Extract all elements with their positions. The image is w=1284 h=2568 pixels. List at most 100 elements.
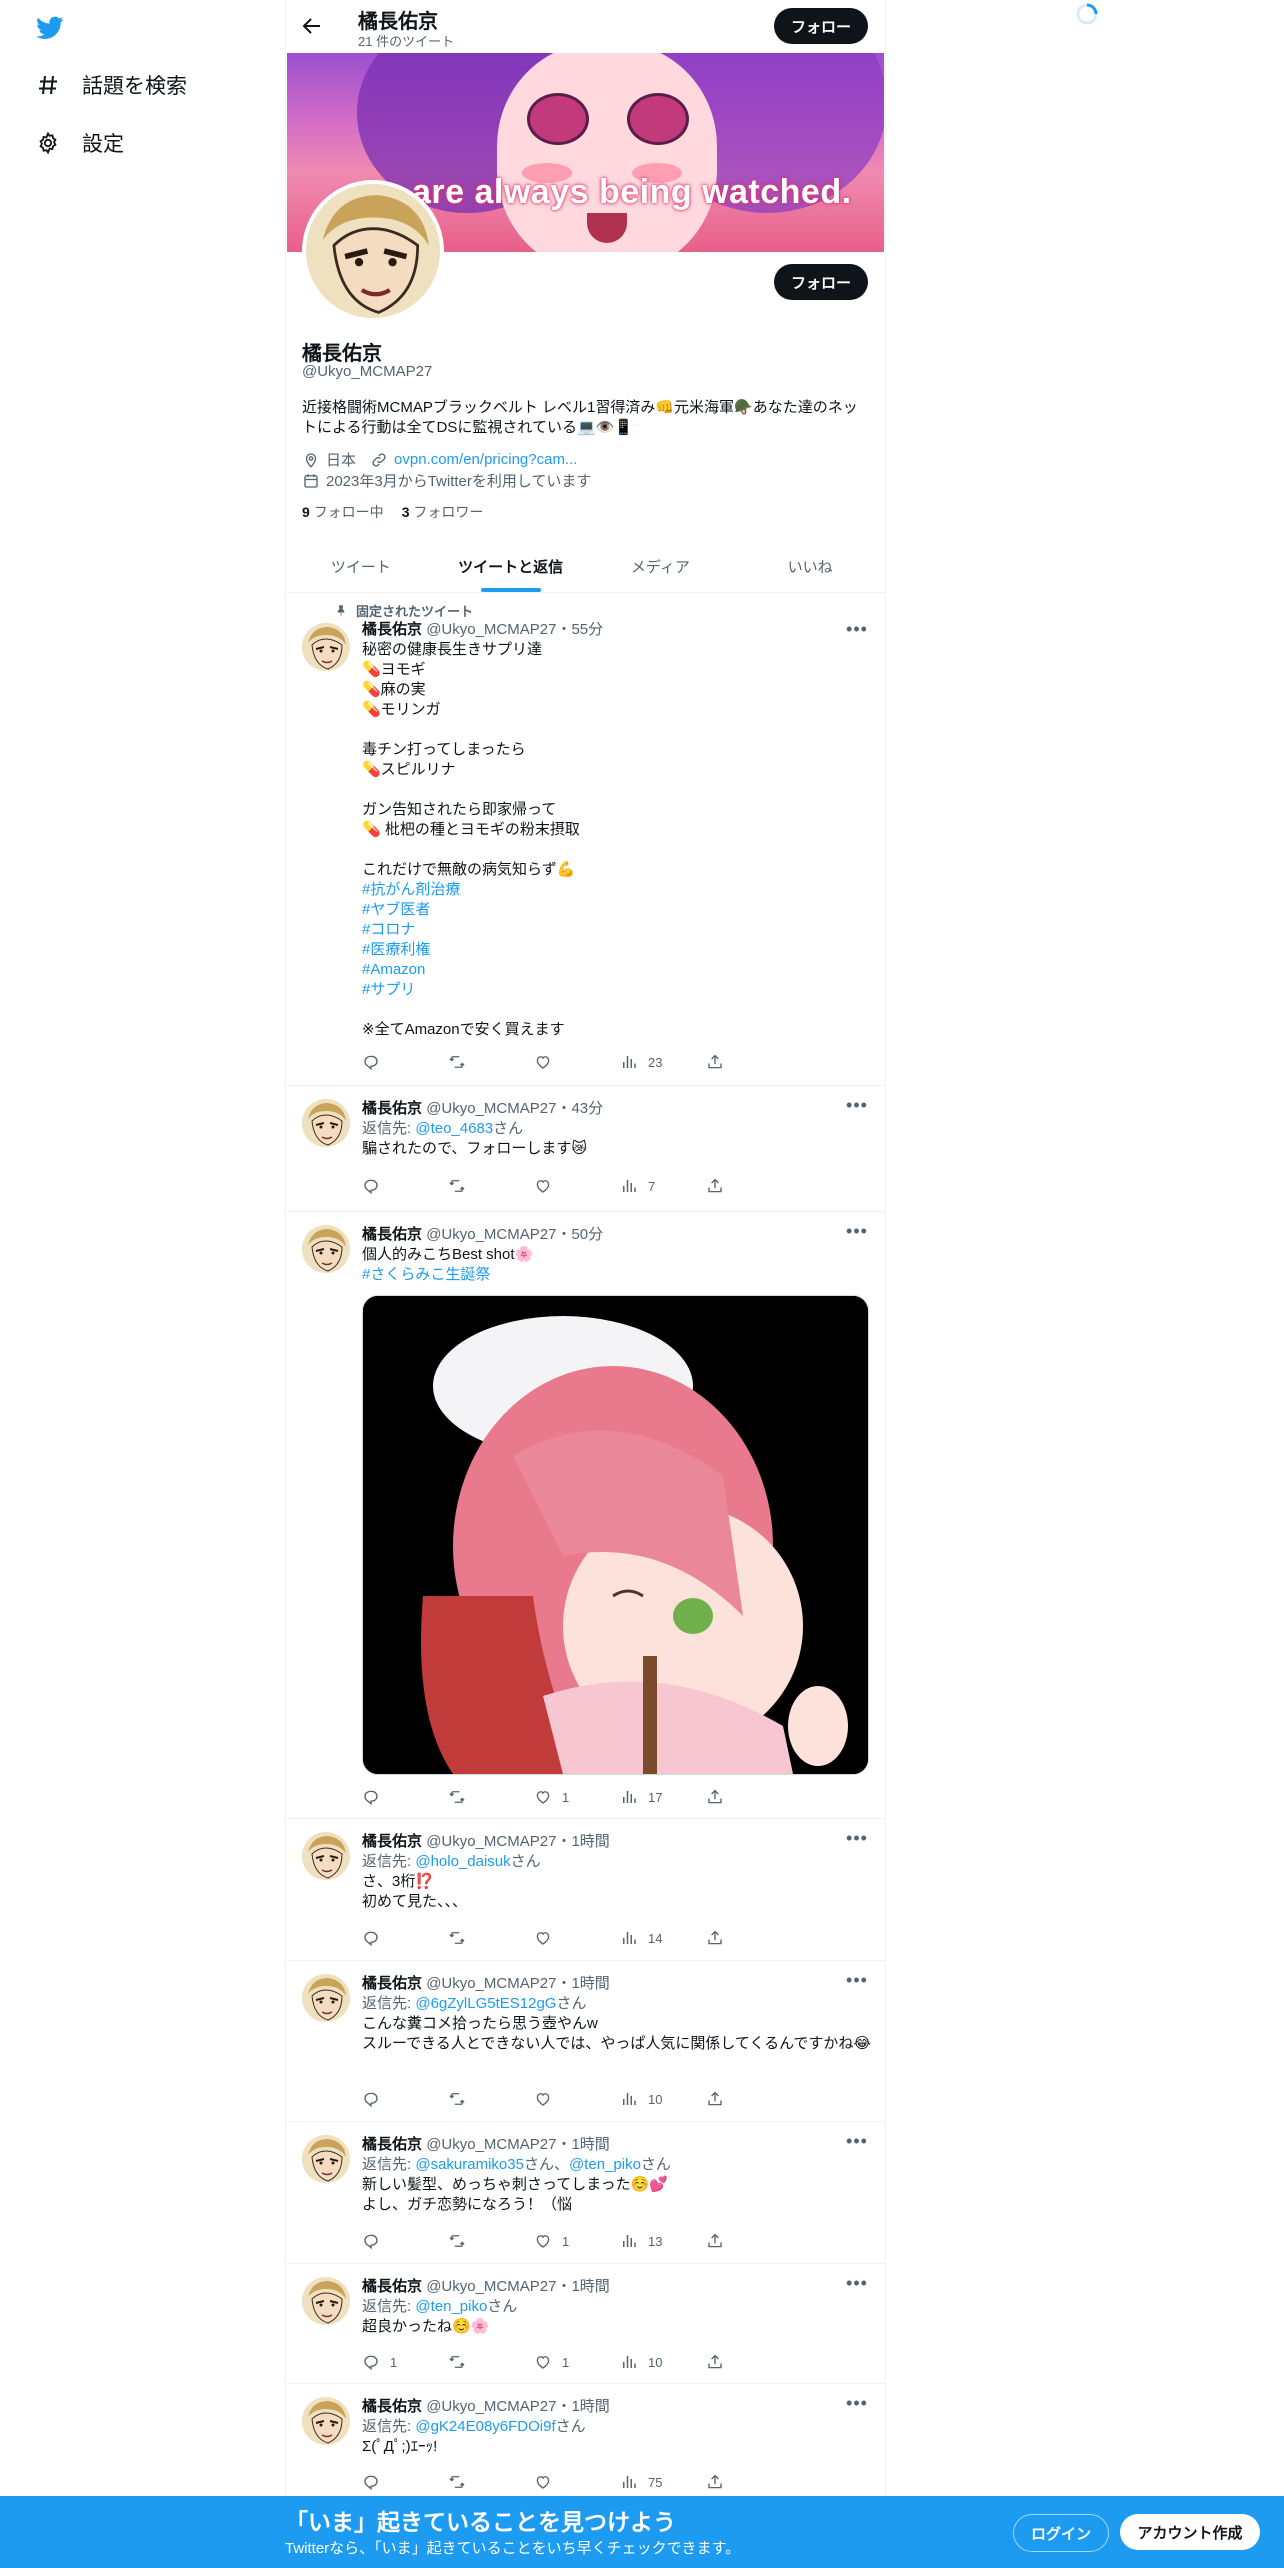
tweet[interactable]: ••• 橘長佑京 @Ukyo_MCMAP27・1時間 返信先: @gK24E08… (286, 2383, 885, 2503)
share-button[interactable] (706, 2088, 792, 2110)
views-button[interactable]: 7 (620, 1175, 706, 1197)
reply-to-link[interactable]: @teo_4683 (415, 1120, 493, 1137)
tab-likes[interactable]: いいね (735, 540, 885, 592)
signup-banner-title: 「いま」起きていることを見つけよう (285, 2509, 676, 2535)
tab-tweets[interactable]: ツイート (286, 540, 436, 592)
tweet[interactable]: ••• 橘長佑京 @Ukyo_MCMAP27・43分 返信先: @teo_468… (286, 1085, 885, 1212)
like-button[interactable]: 1 (534, 2230, 620, 2252)
hashtag-link[interactable]: #サプリ (362, 981, 415, 998)
tweet-actions: 23 (362, 1051, 792, 1073)
twitter-bird-icon[interactable] (34, 14, 66, 42)
share-button[interactable] (706, 1175, 792, 1197)
reply-button[interactable] (362, 1786, 448, 1808)
profile-joined: 2023年3月からTwitterを利用しています (326, 473, 592, 490)
profile-avatar[interactable] (302, 180, 444, 322)
reply-button[interactable] (362, 2230, 448, 2252)
retweet-button[interactable] (448, 1927, 534, 1949)
like-button[interactable] (534, 1175, 620, 1197)
reply-to-link[interactable]: @ten_piko (569, 2156, 641, 2173)
like-button[interactable] (534, 2088, 620, 2110)
hashtag-link[interactable]: #コロナ (362, 921, 415, 938)
header-follow-button[interactable]: フォロー (774, 8, 868, 44)
tab-media[interactable]: メディア (586, 540, 736, 592)
avatar[interactable] (302, 1832, 350, 1880)
like-button[interactable]: 1 (534, 1786, 620, 1808)
hashtag-link[interactable]: #抗がん剤治療 (362, 881, 460, 898)
reply-button[interactable] (362, 2088, 448, 2110)
avatar[interactable] (302, 2135, 350, 2183)
retweet-button[interactable] (448, 2471, 534, 2493)
hashtag-link[interactable]: #医療利権 (362, 941, 430, 958)
retweet-button[interactable] (448, 1175, 534, 1197)
views-button[interactable]: 13 (620, 2230, 706, 2252)
tweet[interactable]: ••• 橘長佑京 @Ukyo_MCMAP27・1時間 返信先: @sakuram… (286, 2121, 885, 2264)
tweet-author-name[interactable]: 橘長佑京 (362, 1833, 422, 1850)
like-button[interactable] (534, 2471, 620, 2493)
followers-link[interactable]: 3 フォロワー (402, 502, 484, 522)
tweet-author-name[interactable]: 橘長佑京 (362, 1975, 422, 1992)
avatar[interactable] (302, 1099, 350, 1147)
like-button[interactable] (534, 1051, 620, 1073)
reply-to-link[interactable]: @6gZylLG5tES12gG (415, 1995, 556, 2012)
tweet-author-name[interactable]: 橘長佑京 (362, 1226, 422, 1243)
reply-to-link[interactable]: @ten_piko (415, 2298, 487, 2315)
views-button[interactable]: 75 (620, 2471, 706, 2493)
avatar[interactable] (302, 1225, 350, 1273)
avatar[interactable] (302, 623, 350, 671)
share-button[interactable] (706, 1051, 792, 1073)
tweet[interactable]: ••• 橘長佑京 @Ukyo_MCMAP27・1時間 返信先: @holo_da… (286, 1818, 885, 1961)
reply-button[interactable]: 1 (362, 2351, 448, 2373)
tweet[interactable]: ••• 橘長佑京 @Ukyo_MCMAP27・1時間 返信先: @6gZylLG… (286, 1960, 885, 2122)
share-button[interactable] (706, 2230, 792, 2252)
retweet-button[interactable] (448, 1051, 534, 1073)
reply-to-link[interactable]: @gK24E08y6FDOi9f (415, 2418, 555, 2435)
views-button[interactable]: 17 (620, 1786, 706, 1808)
share-button[interactable] (706, 1927, 792, 1949)
retweet-button[interactable] (448, 2088, 534, 2110)
like-button[interactable]: 1 (534, 2351, 620, 2373)
reply-button[interactable] (362, 2471, 448, 2493)
tweet-author-name[interactable]: 橘長佑京 (362, 2398, 422, 2415)
back-arrow-icon[interactable] (300, 14, 324, 38)
login-button[interactable]: ログイン (1013, 2514, 1109, 2552)
tweet-author-name[interactable]: 橘長佑京 (362, 2136, 422, 2153)
avatar[interactable] (302, 2277, 350, 2325)
retweet-button[interactable] (448, 2230, 534, 2252)
hashtag-link[interactable]: #Amazon (362, 961, 425, 978)
reply-button[interactable] (362, 1927, 448, 1949)
reply-to-link[interactable]: @sakuramiko35 (415, 2156, 524, 2173)
tab-tweets-and-replies[interactable]: ツイートと返信 (436, 540, 586, 592)
views-icon (620, 2090, 638, 2108)
views-button[interactable]: 10 (620, 2351, 706, 2373)
profile-follow-button[interactable]: フォロー (774, 264, 868, 300)
tweet[interactable]: ••• 橘長佑京 @Ukyo_MCMAP27・1時間 返信先: @ten_pik… (286, 2263, 885, 2384)
views-icon (620, 2232, 638, 2250)
views-button[interactable]: 23 (620, 1051, 706, 1073)
tweet-media-image[interactable] (362, 1295, 869, 1775)
share-button[interactable] (706, 2471, 792, 2493)
signup-button[interactable]: アカウント作成 (1120, 2514, 1260, 2550)
share-button[interactable] (706, 1786, 792, 1808)
following-link[interactable]: 9 フォロー中 (302, 502, 384, 522)
tweet-author-name[interactable]: 橘長佑京 (362, 1100, 422, 1117)
reply-button[interactable] (362, 1051, 448, 1073)
nav-explore[interactable]: 話題を検索 (34, 70, 187, 100)
avatar[interactable] (302, 2397, 350, 2445)
tweet-author-name[interactable]: 橘長佑京 (362, 2278, 422, 2295)
avatar[interactable] (302, 1974, 350, 2022)
views-button[interactable]: 14 (620, 1927, 706, 1949)
like-icon (534, 1788, 552, 1806)
profile-link[interactable]: ovpn.com/en/pricing?cam... (394, 451, 577, 468)
tweet[interactable]: ••• 橘長佑京 @Ukyo_MCMAP27・55分 秘密の健康長生きサプリ達 … (286, 593, 885, 1086)
reply-button[interactable] (362, 1175, 448, 1197)
like-button[interactable] (534, 1927, 620, 1949)
hashtag-link[interactable]: #さくらみこ生誕祭 (362, 1266, 490, 1283)
reply-to-link[interactable]: @holo_daisuk (415, 1853, 510, 1870)
views-button[interactable]: 10 (620, 2088, 706, 2110)
share-button[interactable] (706, 2351, 792, 2373)
retweet-button[interactable] (448, 2351, 534, 2373)
nav-settings[interactable]: 設定 (34, 128, 124, 158)
tweet-author-name[interactable]: 橘長佑京 (362, 621, 422, 638)
retweet-button[interactable] (448, 1786, 534, 1808)
hashtag-link[interactable]: #ヤブ医者 (362, 901, 430, 918)
